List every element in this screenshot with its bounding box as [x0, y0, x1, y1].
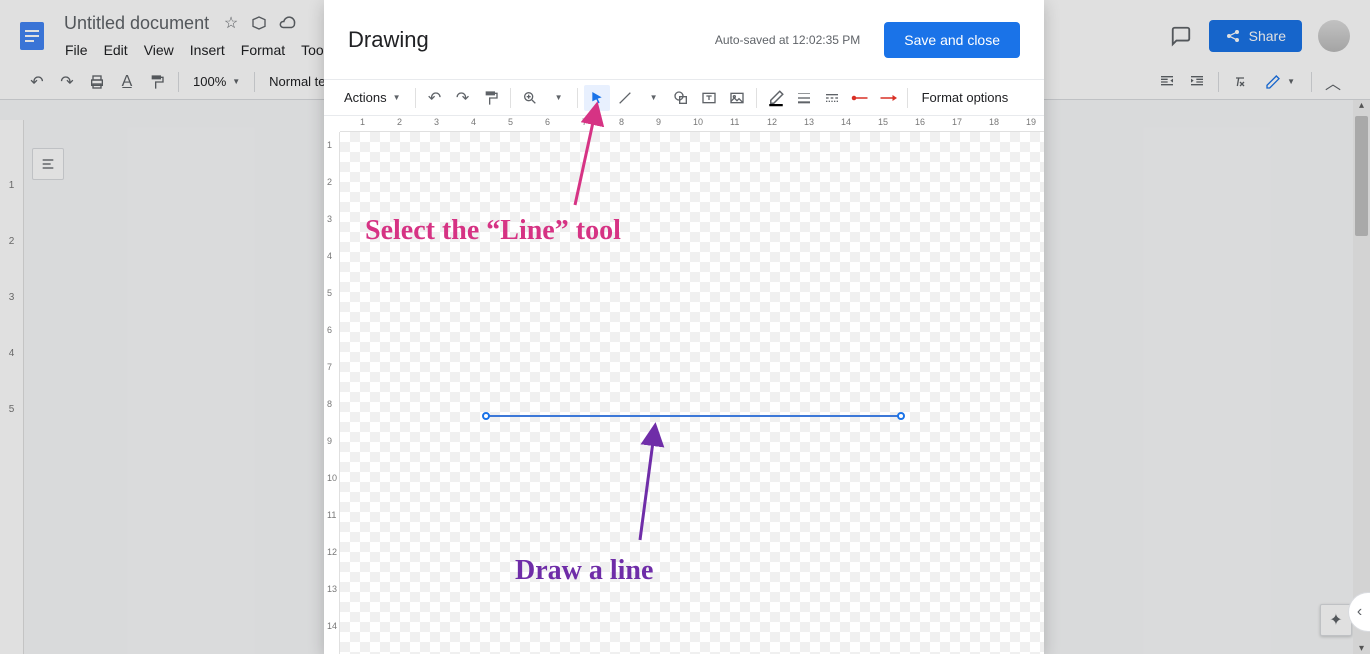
- save-and-close-button[interactable]: Save and close: [884, 22, 1020, 58]
- line-tool-dropdown-caret[interactable]: ▼: [640, 85, 666, 111]
- drawing-canvas[interactable]: [340, 132, 1044, 654]
- shape-tool-icon[interactable]: [668, 85, 694, 111]
- line-dash-icon[interactable]: [819, 85, 845, 111]
- dialog-title: Drawing: [348, 27, 429, 53]
- line-start-icon[interactable]: [847, 85, 873, 111]
- line-color-icon[interactable]: [763, 85, 789, 111]
- redo-icon[interactable]: ↷: [450, 85, 476, 111]
- zoom-icon[interactable]: [517, 85, 543, 111]
- drawing-dialog: Drawing Auto-saved at 12:02:35 PM Save a…: [324, 0, 1044, 654]
- vertical-ruler-drawing: 1234567891011121314: [324, 132, 340, 654]
- text-box-tool-icon[interactable]: [696, 85, 722, 111]
- line-weight-icon[interactable]: [791, 85, 817, 111]
- paint-format-icon[interactable]: [478, 85, 504, 111]
- line-start-handle[interactable]: [482, 412, 490, 420]
- horizontal-ruler: 12345678910111213141516171819: [340, 116, 1044, 132]
- drawn-line-shape[interactable]: [486, 415, 901, 417]
- select-tool-icon[interactable]: [584, 85, 610, 111]
- format-options-button[interactable]: Format options: [914, 90, 1017, 105]
- zoom-dropdown-caret[interactable]: ▼: [545, 85, 571, 111]
- line-end-handle[interactable]: [897, 412, 905, 420]
- line-end-icon[interactable]: [875, 85, 901, 111]
- drawing-toolbar: Actions▼ ↶ ↷ ▼ ▼ Format options: [324, 80, 1044, 116]
- undo-icon[interactable]: ↶: [422, 85, 448, 111]
- autosave-status: Auto-saved at 12:02:35 PM: [715, 33, 860, 47]
- actions-menu[interactable]: Actions▼: [336, 90, 409, 105]
- image-tool-icon[interactable]: [724, 85, 750, 111]
- line-tool-icon[interactable]: [612, 85, 638, 111]
